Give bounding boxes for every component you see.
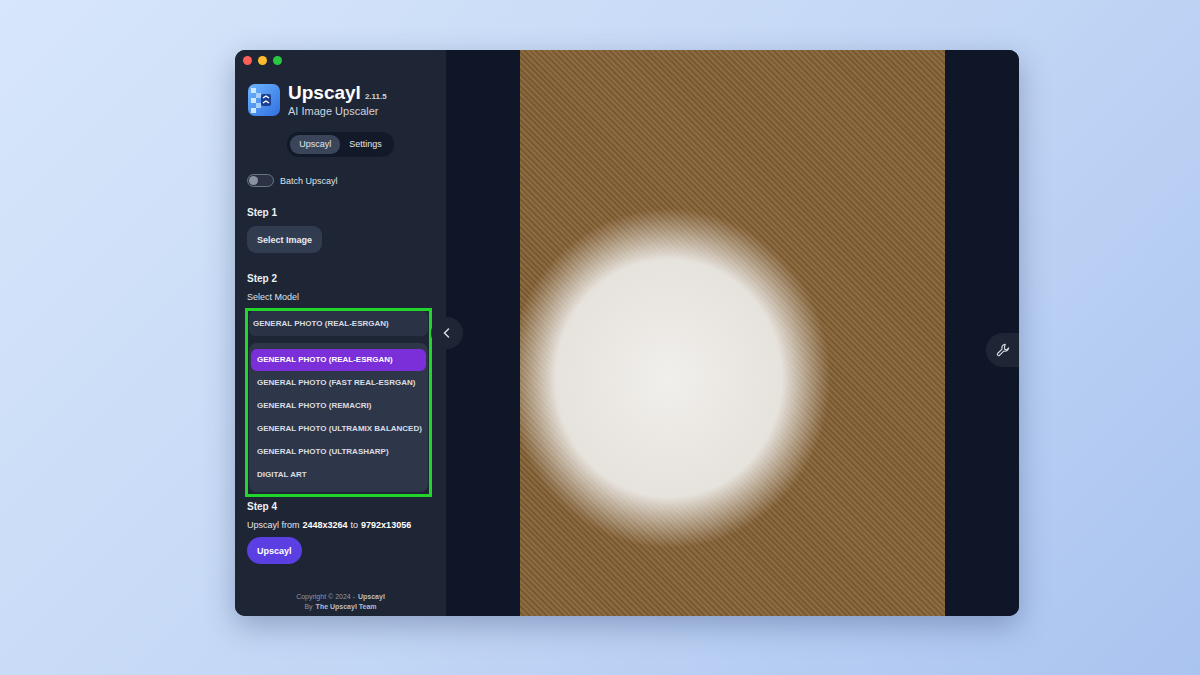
app-window: Upscayl2.11.5AI Image UpscalerUpscaylSet… <box>235 50 1019 616</box>
upscale-size-text: Upscayl from2448x3264to9792x13056 <box>247 519 434 531</box>
tab[interactable]: Settings <box>340 135 391 154</box>
app-name: Upscayl <box>288 82 361 104</box>
step-title: Step 1 <box>247 207 434 219</box>
wrench-icon <box>996 343 1010 357</box>
model-option[interactable]: GENERAL PHOTO (ULTRASHARP) <box>251 441 426 463</box>
model-select[interactable]: GENERAL PHOTO (REAL-ESRGAN) <box>249 311 428 336</box>
toggle-knob <box>249 176 258 185</box>
cat-photo <box>520 50 945 616</box>
traffic-lights <box>243 55 434 65</box>
model-menu: GENERAL PHOTO (REAL-ESRGAN)GENERAL PHOTO… <box>249 343 428 492</box>
batch-label: Batch Upscayl <box>280 176 338 186</box>
model-option[interactable]: DIGITAL ART <box>251 464 426 486</box>
app-header: Upscayl 2.11.5 AI Image Upscaler <box>248 82 434 118</box>
close-button[interactable] <box>243 56 252 65</box>
app-subtitle: AI Image Upscaler <box>288 104 387 118</box>
step-title: Step 2 <box>247 273 434 285</box>
model-option[interactable]: GENERAL PHOTO (REAL-ESRGAN) <box>251 349 426 371</box>
footer: Copyright © 2024 -UpscaylByThe Upscayl T… <box>247 592 434 612</box>
credits-text: ByThe Upscayl Team <box>304 602 376 612</box>
sidebar: Upscayl2.11.5AI Image UpscalerUpscaylSet… <box>235 50 446 616</box>
minimize-button[interactable] <box>258 56 267 65</box>
annotation-highlight: GENERAL PHOTO (REAL-ESRGAN)GENERAL PHOTO… <box>245 308 432 497</box>
desktop: Upscayl2.11.5AI Image UpscalerUpscaylSet… <box>0 0 1200 675</box>
step-title: Step 4 <box>247 501 434 513</box>
select-image-button[interactable]: Select Image <box>247 226 322 253</box>
batch-toggle[interactable] <box>247 174 274 187</box>
tools-button[interactable] <box>986 333 1019 367</box>
copyright-text: Copyright © 2024 -Upscayl <box>296 592 385 602</box>
image-viewer <box>446 50 1019 616</box>
tab[interactable]: Upscayl <box>290 135 340 154</box>
upscayl-logo-icon <box>248 84 280 116</box>
tab-bar: UpscaylSettings <box>287 132 394 157</box>
app-version: 2.11.5 <box>365 92 387 101</box>
upscayl-button[interactable]: Upscayl <box>247 537 302 564</box>
collapse-sidebar-button[interactable] <box>431 317 463 349</box>
model-option[interactable]: GENERAL PHOTO (REMACRI) <box>251 395 426 417</box>
batch-toggle-row: Batch Upscayl <box>247 174 434 187</box>
zoom-button[interactable] <box>273 56 282 65</box>
model-option[interactable]: GENERAL PHOTO (FAST REAL-ESRGAN) <box>251 372 426 394</box>
model-option[interactable]: GENERAL PHOTO (ULTRAMIX BALANCED) <box>251 418 426 440</box>
chevron-left-icon <box>441 327 453 339</box>
select-model-label: Select Model <box>247 291 434 303</box>
